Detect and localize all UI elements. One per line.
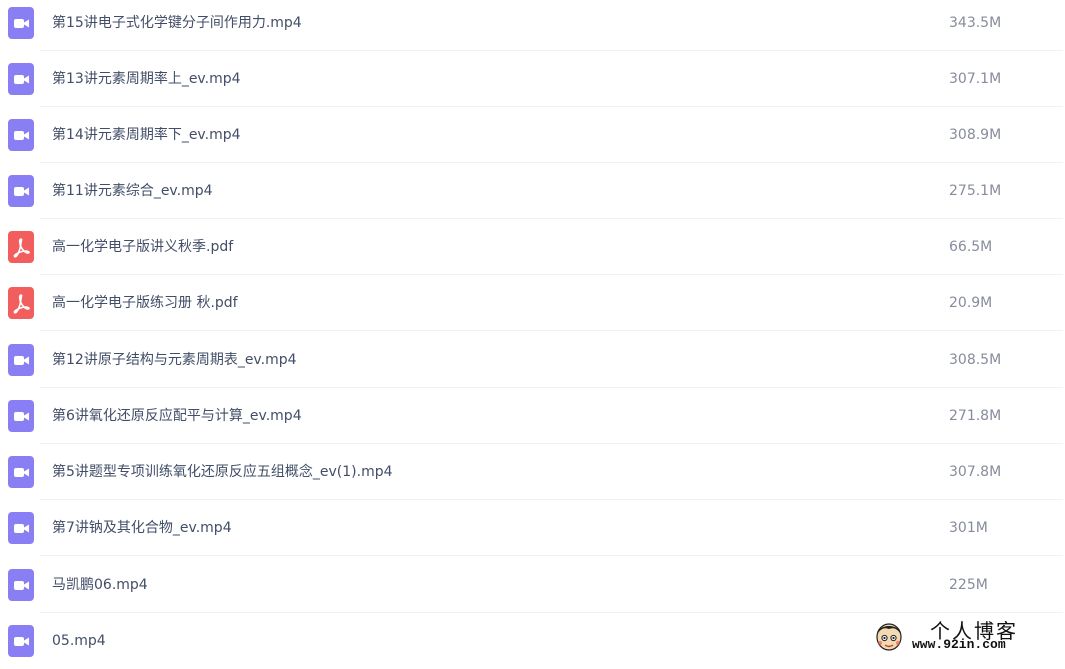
file-size: 20.9M <box>949 295 993 311</box>
video-file-icon <box>8 63 34 95</box>
watermark: 个人博客 www.92in.com <box>872 615 1060 655</box>
file-row[interactable]: 第5讲题型专项训练氧化还原反应五组概念_ev(1).mp4 307.8M <box>0 444 1065 500</box>
file-row[interactable]: 高一化学电子版练习册 秋.pdf 20.9M <box>0 275 1065 331</box>
file-name[interactable]: 第6讲氧化还原反应配平与计算_ev.mp4 <box>52 388 302 444</box>
file-size: 66.5M <box>949 239 993 255</box>
file-row[interactable]: 第7讲钠及其化合物_ev.mp4 301M <box>0 500 1065 556</box>
video-file-icon <box>8 7 34 39</box>
file-row[interactable]: 第6讲氧化还原反应配平与计算_ev.mp4 271.8M <box>0 388 1065 444</box>
file-size: 307.1M <box>949 71 1002 87</box>
file-size: 308.9M <box>949 127 1002 143</box>
file-name[interactable]: 马凯鹏06.mp4 <box>52 557 148 613</box>
file-name[interactable]: 05.mp4 <box>52 613 106 669</box>
video-file-icon <box>8 344 34 376</box>
file-size: 225M <box>949 577 988 593</box>
file-name[interactable]: 第14讲元素周期率下_ev.mp4 <box>52 107 241 163</box>
file-size: 307.8M <box>949 464 1002 480</box>
pdf-file-icon <box>8 231 34 263</box>
file-row[interactable]: 第13讲元素周期率上_ev.mp4 307.1M <box>0 51 1065 107</box>
file-name[interactable]: 第12讲原子结构与元素周期表_ev.mp4 <box>52 332 297 388</box>
file-size: 275.1M <box>949 183 1002 199</box>
file-size: 343.5M <box>949 15 1002 31</box>
video-file-icon <box>8 456 34 488</box>
video-file-icon <box>8 569 34 601</box>
file-row[interactable]: 第14讲元素周期率下_ev.mp4 308.9M <box>0 107 1065 163</box>
cartoon-avatar-icon <box>876 623 902 651</box>
file-row[interactable]: 马凯鹏06.mp4 225M <box>0 557 1065 613</box>
file-size: 301M <box>949 520 988 536</box>
watermark-url: www.92in.com <box>912 637 1006 652</box>
file-size: 308.5M <box>949 352 1002 368</box>
file-name[interactable]: 高一化学电子版讲义秋季.pdf <box>52 219 233 275</box>
file-name[interactable]: 第7讲钠及其化合物_ev.mp4 <box>52 500 232 556</box>
file-size: 271.8M <box>949 408 1002 424</box>
video-file-icon <box>8 400 34 432</box>
file-name[interactable]: 第11讲元素综合_ev.mp4 <box>52 163 213 219</box>
file-name[interactable]: 第15讲电子式化学键分子间作用力.mp4 <box>52 0 302 51</box>
file-name[interactable]: 第5讲题型专项训练氧化还原反应五组概念_ev(1).mp4 <box>52 444 393 500</box>
row-divider <box>40 330 1063 331</box>
file-name[interactable]: 第13讲元素周期率上_ev.mp4 <box>52 51 241 107</box>
file-row[interactable]: 高一化学电子版讲义秋季.pdf 66.5M <box>0 219 1065 275</box>
file-row[interactable]: 第11讲元素综合_ev.mp4 275.1M <box>0 163 1065 219</box>
video-file-icon <box>8 175 34 207</box>
video-file-icon <box>8 512 34 544</box>
file-name[interactable]: 高一化学电子版练习册 秋.pdf <box>52 275 238 331</box>
video-file-icon <box>8 119 34 151</box>
file-list: 第15讲电子式化学键分子间作用力.mp4 343.5M 第13讲元素周期率上_e… <box>0 0 1065 657</box>
pdf-file-icon <box>8 287 34 319</box>
video-file-icon <box>8 625 34 657</box>
file-row[interactable]: 第12讲原子结构与元素周期表_ev.mp4 308.5M <box>0 332 1065 388</box>
file-row[interactable]: 第15讲电子式化学键分子间作用力.mp4 343.5M <box>0 0 1065 51</box>
row-divider <box>40 555 1063 556</box>
